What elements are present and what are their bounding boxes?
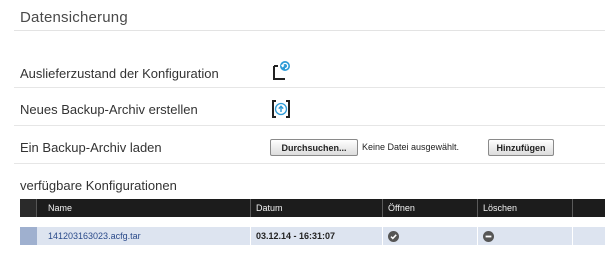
header-marker <box>20 199 37 217</box>
column-header-date[interactable]: Datum <box>250 199 380 217</box>
row-spacer <box>20 217 605 227</box>
minus-circle-icon[interactable] <box>483 230 494 242</box>
check-circle-icon[interactable] <box>388 230 399 242</box>
factory-reset-icon[interactable] <box>270 60 292 82</box>
config-file-name-text: 141203163023.acfg.tar <box>48 231 141 241</box>
config-file-date: 03.12.14 - 16:31:07 <box>250 227 380 245</box>
file-status-text: Keine Datei ausgewählt. <box>362 142 460 152</box>
column-header-open: Öffnen <box>388 203 415 213</box>
add-button[interactable]: Hinzufügen <box>488 139 554 156</box>
title-divider <box>14 30 605 31</box>
row-marker <box>20 227 37 245</box>
create-backup-icon[interactable] <box>270 98 292 120</box>
create-backup-label: Neues Backup-Archiv erstellen <box>20 102 198 117</box>
load-backup-label: Ein Backup-Archiv laden <box>20 140 162 155</box>
config-file-name[interactable]: 141203163023.acfg.tar <box>40 227 270 245</box>
page-title: Datensicherung <box>20 9 128 26</box>
row-divider <box>14 125 605 126</box>
row-divider <box>14 163 605 164</box>
config-file-date-text: 03.12.14 - 16:31:07 <box>256 231 336 241</box>
row-divider <box>14 87 605 88</box>
column-divider <box>572 227 573 245</box>
configurations-table-header: Name Datum Öffnen Löschen <box>20 199 605 217</box>
configurations-title: verfügbare Konfigurationen <box>20 178 177 193</box>
column-header-name[interactable]: Name <box>40 199 270 217</box>
factory-reset-label: Auslieferzustand der Konfiguration <box>20 66 219 81</box>
table-row[interactable]: 141203163023.acfg.tar 03.12.14 - 16:31:0… <box>20 227 605 245</box>
delete-cell <box>477 227 572 245</box>
column-divider <box>572 199 573 217</box>
column-header-delete: Löschen <box>483 203 518 213</box>
browse-button[interactable]: Durchsuchen... <box>270 139 358 156</box>
open-cell <box>382 227 477 245</box>
